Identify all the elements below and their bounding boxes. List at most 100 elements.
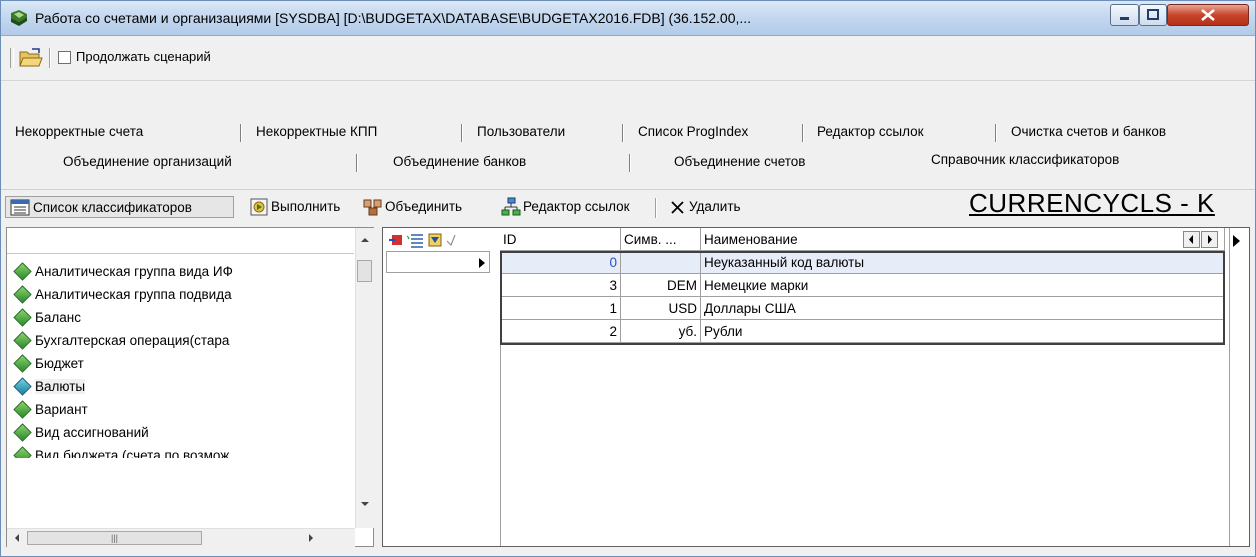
links-editor-label: Редактор ссылок — [523, 199, 630, 214]
column-header-symbol[interactable]: Симв. ... — [621, 228, 701, 251]
scroll-down-arrow-icon[interactable] — [357, 496, 373, 512]
continue-script-label: Продолжать сценарий — [76, 49, 211, 64]
cell-id[interactable]: 1 — [500, 297, 621, 320]
table-name-heading: CURRENCYCLS - K — [969, 188, 1215, 218]
row-list-icon — [406, 234, 423, 248]
list-icon — [10, 199, 30, 216]
continue-script-checkbox[interactable] — [58, 51, 71, 64]
merge-label: Объединить — [385, 199, 463, 214]
minimize-icon — [1120, 17, 1129, 20]
cell-symbol[interactable]: USD — [621, 297, 701, 320]
tab-clean-accounts-banks[interactable]: Очистка счетов и банков — [1011, 124, 1166, 139]
delete-x-icon — [671, 201, 684, 214]
classifier-item[interactable]: Вид бюджета (счета по возмож — [7, 444, 355, 458]
column-header-name[interactable]: Наименование — [701, 228, 1225, 251]
cell-id[interactable]: 0 — [500, 251, 621, 274]
cell-name[interactable]: Неуказанный код валюты — [701, 251, 1225, 274]
classifier-list: Аналитическая группа вида ИФ Аналитическ… — [7, 260, 355, 458]
classifier-item[interactable]: Аналитическая группа вида ИФ — [7, 260, 355, 283]
insert-row-icon — [389, 235, 402, 245]
data-grid[interactable]: ID Симв. ... Наименование 0 Неуказанный … — [382, 227, 1250, 547]
cell-name[interactable]: Рубли — [701, 320, 1225, 343]
scroll-up-arrow-icon[interactable] — [357, 232, 373, 248]
tab-merge-banks[interactable]: Объединение банков — [393, 154, 526, 169]
toolbar-separator — [49, 48, 51, 68]
toolbar-separator — [655, 198, 657, 218]
classifier-item-selected[interactable]: Валюты — [7, 375, 355, 398]
cell-symbol[interactable]: уб. — [621, 320, 701, 343]
checkmark-icon — [446, 234, 456, 247]
close-button[interactable] — [1167, 4, 1249, 26]
maximize-icon — [1147, 9, 1159, 20]
grid-lead-cell[interactable] — [386, 251, 490, 273]
delete-label: Удалить — [689, 199, 741, 214]
tab-separator — [629, 154, 631, 172]
app-window: Работа со счетами и организациями [SYSDB… — [0, 0, 1256, 557]
cell-id[interactable]: 3 — [500, 274, 621, 297]
grid-right-edge — [1229, 228, 1230, 546]
tab-incorrect-accounts[interactable]: Некорректные счета — [15, 124, 143, 139]
merge-button[interactable]: Объединить — [363, 196, 485, 218]
classifier-item[interactable]: Вид ассигнований — [7, 421, 355, 444]
close-icon — [1201, 9, 1215, 21]
scroll-right-pointer-icon[interactable] — [1233, 235, 1240, 247]
classifier-item[interactable]: Баланс — [7, 306, 355, 329]
classifier-list-button[interactable]: Список классификаторов — [5, 196, 234, 218]
vertical-scroll-thumb[interactable] — [357, 260, 372, 282]
main-toolbar: Продолжать сценарий — [1, 36, 1255, 81]
classifier-item[interactable]: Вариант — [7, 398, 355, 421]
tab-separator — [995, 124, 997, 142]
classifier-diamond-icon — [13, 423, 32, 442]
classifier-diamond-icon — [13, 377, 32, 396]
classifier-diamond-icon — [13, 308, 32, 327]
classifier-diamond-icon — [13, 400, 32, 419]
cell-id[interactable]: 2 — [500, 320, 621, 343]
merge-icon — [363, 199, 382, 216]
minimize-button[interactable] — [1110, 4, 1139, 26]
classifier-vertical-scrollbar[interactable] — [355, 228, 374, 528]
classifier-item[interactable]: Бюджет — [7, 352, 355, 375]
classifier-list-header — [7, 228, 354, 254]
scroll-left-arrow-icon[interactable] — [9, 530, 25, 546]
grid-header-icons — [389, 233, 456, 248]
horizontal-scroll-thumb[interactable]: ||| — [27, 531, 202, 545]
classifier-item[interactable]: Аналитическая группа подвида — [7, 283, 355, 306]
run-label: Выполнить — [271, 199, 341, 214]
links-editor-button[interactable]: Редактор ссылок — [501, 196, 641, 218]
cell-symbol[interactable] — [621, 251, 701, 274]
classifier-list-panel[interactable]: Аналитическая группа вида ИФ Аналитическ… — [6, 227, 374, 547]
tab-links-editor[interactable]: Редактор ссылок — [817, 124, 924, 139]
scroll-right-arrow-icon[interactable] — [303, 530, 319, 546]
tab-users[interactable]: Пользователи — [477, 124, 565, 139]
cell-name[interactable]: Доллары США — [701, 297, 1225, 320]
tab-separator — [240, 124, 242, 142]
delete-button[interactable]: Удалить — [669, 196, 769, 218]
tab-classifiers-directory[interactable]: Справочник классификаторов — [931, 152, 1119, 167]
tab-progindex-list[interactable]: Список ProgIndex — [638, 124, 748, 139]
header-scroll-arrows[interactable] — [1183, 231, 1219, 249]
classifier-item[interactable]: Бухгалтерская операция(стара — [7, 329, 355, 352]
open-folder-icon[interactable] — [19, 48, 43, 68]
app-icon — [11, 10, 27, 26]
title-bar[interactable]: Работа со счетами и организациями [SYSDB… — [1, 1, 1255, 36]
filter-icon — [428, 233, 442, 247]
tab-separator — [622, 124, 624, 142]
run-icon — [250, 198, 268, 216]
tab-merge-accounts[interactable]: Объединение счетов — [674, 154, 805, 169]
classifier-list-label: Список классификаторов — [33, 200, 192, 215]
classifier-diamond-icon — [13, 331, 32, 350]
toolbar-grip[interactable] — [10, 48, 14, 68]
classifier-horizontal-scrollbar[interactable]: ||| — [7, 528, 355, 547]
tab-merge-organizations[interactable]: Объединение организаций — [63, 154, 232, 169]
classifier-diamond-icon — [13, 354, 32, 373]
classifier-diamond-icon — [13, 262, 32, 281]
current-row-pointer-icon — [479, 258, 485, 268]
cell-symbol[interactable]: DEM — [621, 274, 701, 297]
run-button[interactable]: Выполнить — [249, 196, 353, 218]
tab-incorrect-kpp[interactable]: Некорректные КПП — [256, 124, 377, 139]
maximize-button[interactable] — [1139, 4, 1167, 26]
tab-separator — [356, 154, 358, 172]
column-header-id[interactable]: ID — [500, 228, 621, 251]
cell-name[interactable]: Немецкие марки — [701, 274, 1225, 297]
classifier-diamond-icon — [13, 285, 32, 304]
